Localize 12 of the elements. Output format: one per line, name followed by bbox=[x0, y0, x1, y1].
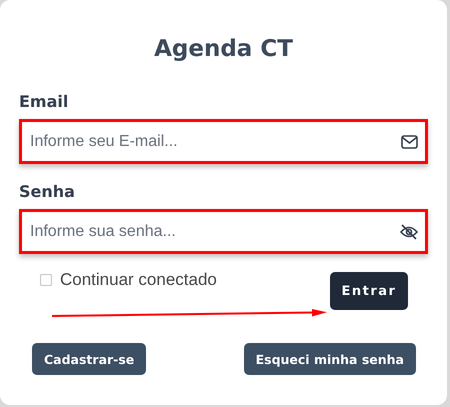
remember-label: Continuar conectado bbox=[60, 270, 217, 290]
app-title: Agenda CT bbox=[154, 36, 293, 62]
remember-checkbox[interactable] bbox=[40, 274, 52, 286]
envelope-icon bbox=[401, 134, 418, 148]
register-button[interactable]: Cadastrar-se bbox=[32, 343, 146, 375]
eye-slash-icon[interactable] bbox=[400, 224, 418, 240]
login-button[interactable]: Entrar bbox=[330, 272, 408, 310]
field-label: Email bbox=[19, 92, 70, 111]
password-field[interactable]: Informe sua senha... bbox=[19, 209, 428, 254]
forgot-password-button[interactable]: Esqueci minha senha bbox=[244, 343, 416, 375]
field-label: Senha bbox=[19, 182, 76, 201]
email-field[interactable]: Informe seu E-mail... bbox=[19, 119, 428, 164]
